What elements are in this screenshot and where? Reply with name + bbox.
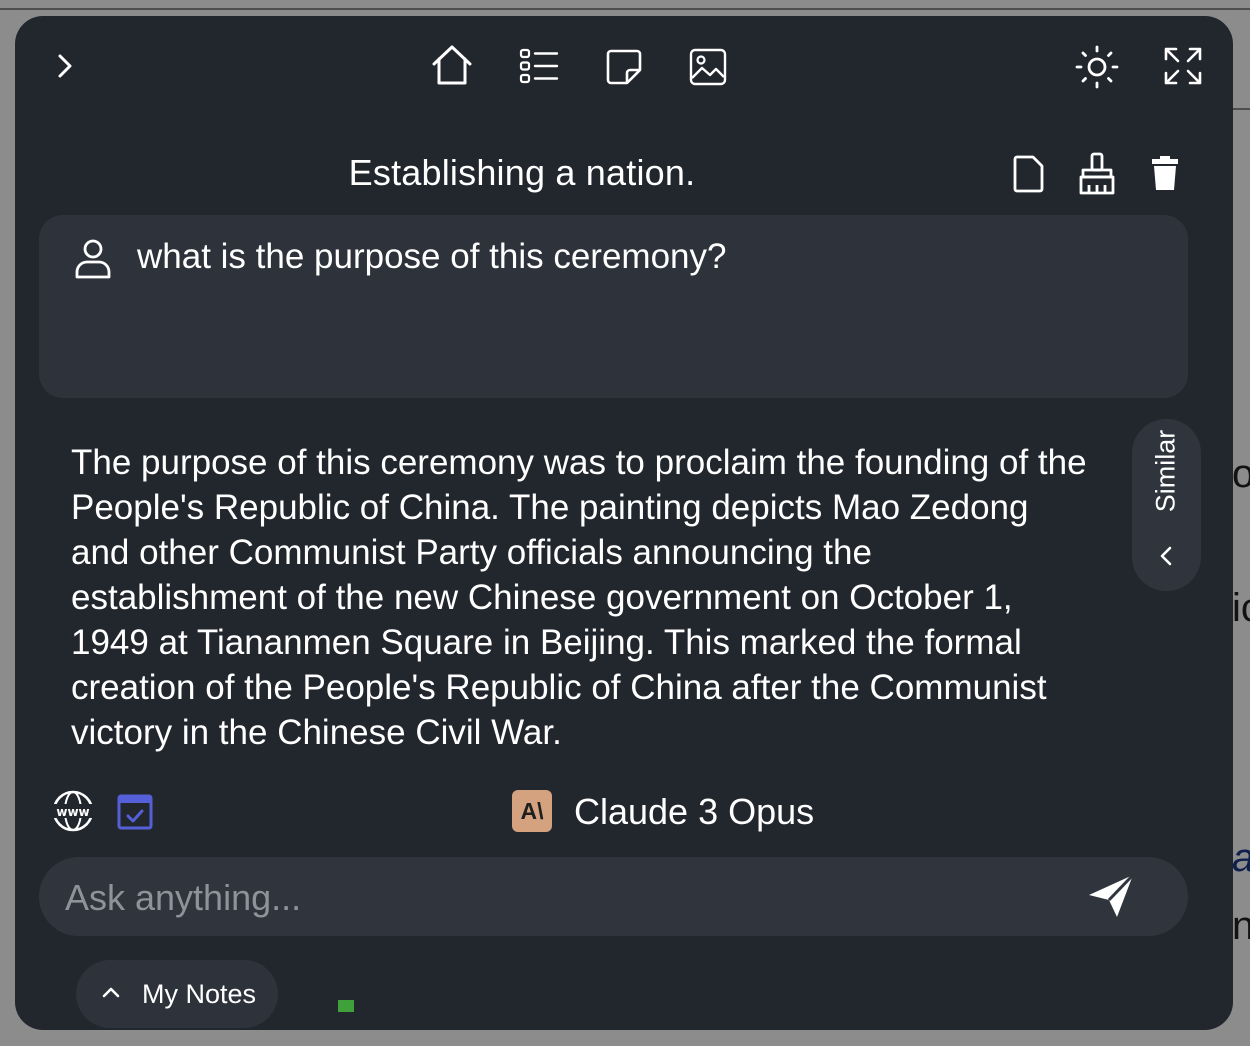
similar-tab[interactable]: Similar: [1132, 419, 1201, 591]
assistant-panel: Establishing a nation. what is the purpo…: [15, 16, 1233, 1030]
answer-line: People's Republic of China. The painting…: [71, 488, 1029, 527]
clear-broom-icon[interactable]: [1077, 152, 1117, 196]
ask-bar: [39, 857, 1188, 936]
answer-line: establishment of the new Chinese governm…: [71, 578, 1013, 617]
calendar-check-icon[interactable]: [117, 792, 153, 830]
status-indicator: [338, 1000, 354, 1012]
send-icon[interactable]: [1087, 873, 1135, 919]
anthropic-logo-icon: A\: [512, 790, 552, 832]
list-icon[interactable]: [519, 48, 559, 84]
trash-icon[interactable]: [1150, 154, 1180, 192]
chevron-left-icon: [1158, 545, 1174, 567]
conversation-title: Establishing a nation.: [348, 152, 696, 193]
chevron-up-icon: [102, 986, 120, 998]
my-notes-label: My Notes: [142, 979, 257, 1009]
new-document-icon[interactable]: [1013, 154, 1045, 194]
model-name: Claude 3 Opus: [574, 791, 815, 832]
answer-line: The purpose of this ceremony was to proc…: [71, 443, 1087, 482]
similar-label: Similar: [1150, 429, 1181, 513]
user-message-card: what is the purpose of this ceremony?: [39, 215, 1188, 398]
sticky-note-icon[interactable]: [605, 48, 643, 86]
svg-text:www: www: [56, 805, 89, 819]
answer-line: creation of the People's Republic of Chi…: [71, 668, 1047, 707]
user-question: what is the purpose of this ceremony?: [137, 237, 727, 276]
answer-line: 1949 at Tiananmen Square in Beijing. Thi…: [71, 623, 1022, 662]
sun-icon[interactable]: [1075, 45, 1119, 89]
my-notes-button[interactable]: My Notes: [76, 960, 278, 1028]
chevron-right-icon[interactable]: [53, 52, 77, 80]
home-icon[interactable]: [431, 44, 473, 86]
answer-line: victory in the Chinese Civil War.: [71, 713, 562, 752]
answer-line: and other Communist Party officials anno…: [71, 533, 872, 572]
assistant-answer: The purpose of this ceremony was to proc…: [71, 440, 1191, 755]
ask-input[interactable]: [63, 869, 1047, 926]
image-icon[interactable]: [689, 48, 727, 86]
expand-icon[interactable]: [1163, 46, 1203, 86]
web-search-icon[interactable]: www: [51, 790, 95, 832]
user-icon: [75, 239, 111, 279]
